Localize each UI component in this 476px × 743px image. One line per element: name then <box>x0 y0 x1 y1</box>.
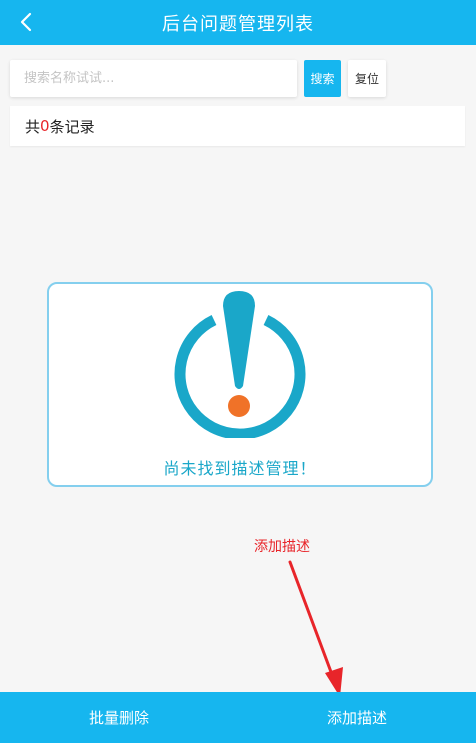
record-count-prefix: 共 <box>25 117 41 136</box>
search-input[interactable] <box>10 60 297 97</box>
page-title: 后台问题管理列表 <box>162 13 314 35</box>
record-count-suffix: 条记录 <box>49 117 95 136</box>
chevron-left-icon <box>20 12 32 32</box>
reset-button[interactable]: 复位 <box>348 60 386 97</box>
search-button[interactable]: 搜索 <box>304 60 341 97</box>
annotation-label: 添加描述 <box>254 539 310 555</box>
exclamation-alert-icon <box>174 291 306 438</box>
add-description-button[interactable]: 添加描述 <box>238 692 476 743</box>
batch-delete-button[interactable]: 批量删除 <box>0 692 238 743</box>
footer-bar: 批量删除 添加描述 <box>0 692 476 743</box>
empty-state-message: 尚未找到描述管理！ <box>163 459 317 478</box>
header-bar: 后台问题管理列表 <box>0 0 476 45</box>
empty-state-card: 尚未找到描述管理！ <box>47 282 433 487</box>
record-count-value: 0 <box>40 117 50 135</box>
page: 后台问题管理列表 搜索 复位 共0条记录 尚未找到描述管理！ 添加描述 批量删除… <box>0 0 476 743</box>
record-count-bar: 共 0 条记录 <box>10 106 465 146</box>
back-button[interactable] <box>12 8 40 36</box>
